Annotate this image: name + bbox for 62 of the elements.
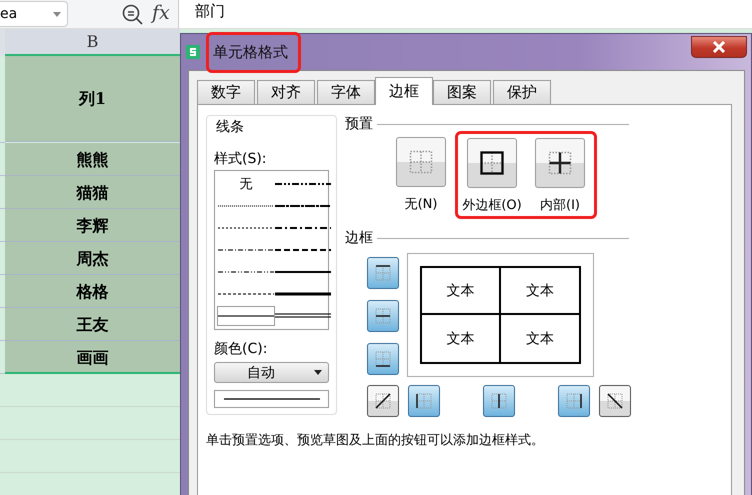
tab[interactable]: 字体 (317, 80, 375, 104)
name-box[interactable]: ea (0, 1, 68, 27)
preset-label: 无(N) (404, 196, 438, 213)
close-icon[interactable] (711, 41, 727, 53)
section-title: 预置 (345, 115, 373, 133)
preset-label: 外边框(O) (462, 197, 522, 214)
table-cell: 周杰 (5, 242, 180, 275)
border-grid-icon (373, 391, 393, 411)
border-toggle-button[interactable] (367, 300, 399, 332)
border-toggle-button[interactable] (483, 385, 515, 417)
tab[interactable]: 图案 (433, 80, 491, 104)
line-style-list[interactable]: 无 (214, 170, 329, 330)
function-icon[interactable]: fx (152, 2, 170, 24)
close-button[interactable] (691, 36, 747, 58)
group-title: 线条 (216, 118, 245, 136)
line-sample-icon (275, 182, 331, 186)
border-toggle-button[interactable] (367, 257, 399, 289)
preview-text: 文本 (524, 330, 555, 348)
table-cell: 格格 (5, 275, 180, 308)
border-grid-icon (373, 263, 393, 283)
window-title: 单元格格式 (206, 32, 301, 72)
border-grid-icon (605, 391, 625, 411)
preview-text: 文本 (422, 315, 500, 362)
tab[interactable]: 对齐 (257, 80, 315, 104)
app-icon (186, 45, 200, 59)
color-label: 颜色(C): (214, 340, 268, 358)
section-title: 边框 (345, 229, 373, 247)
border-toggle-button[interactable] (408, 385, 440, 417)
style-label: 样式(S): (214, 150, 268, 168)
table-cell: 李辉 (5, 209, 180, 242)
preview-text: 文本 (422, 268, 500, 315)
preview-text: 文本 (500, 268, 579, 315)
zoom-icon[interactable] (122, 4, 144, 26)
line-sample-icon (224, 397, 320, 402)
hint-text: 单击预置选项、预览草图及上面的按钮可以添加边框样式。 (206, 432, 545, 449)
line-style-option[interactable]: 无 (217, 174, 275, 194)
border-grid-icon (373, 306, 393, 326)
table-cell: 王友 (5, 308, 180, 341)
border-toggle-button[interactable] (599, 385, 631, 417)
border-grid-icon (373, 349, 393, 369)
preset-button[interactable] (535, 138, 585, 188)
border-grid-icon (489, 391, 509, 411)
border-grid-icon (414, 391, 434, 411)
table-cell: 画画 (5, 341, 180, 374)
tab[interactable]: 边框 (375, 77, 433, 105)
border-toggle-button[interactable] (367, 343, 399, 375)
color-dropdown[interactable]: 自动 (214, 362, 329, 384)
preset-label: 内部(I) (540, 197, 580, 214)
border-grid-icon (564, 391, 584, 411)
border-preview[interactable]: 文本 文本 文本 文本 (407, 253, 594, 377)
border-toggle-button[interactable] (367, 385, 399, 417)
table-cell: 熊熊 (5, 143, 180, 176)
tab[interactable]: 数字 (197, 80, 255, 104)
column-header[interactable]: B (5, 29, 180, 56)
border-toggle-button[interactable] (558, 385, 590, 417)
line-style-option[interactable] (217, 306, 275, 326)
table-cell: 列1 (5, 56, 180, 142)
dropdown-arrow-icon[interactable] (314, 370, 322, 376)
table-cell: 猫猫 (5, 176, 180, 209)
preset-button[interactable] (467, 138, 517, 188)
tab[interactable]: 保护 (493, 80, 551, 104)
formula-field[interactable]: 部门 (178, 0, 752, 28)
